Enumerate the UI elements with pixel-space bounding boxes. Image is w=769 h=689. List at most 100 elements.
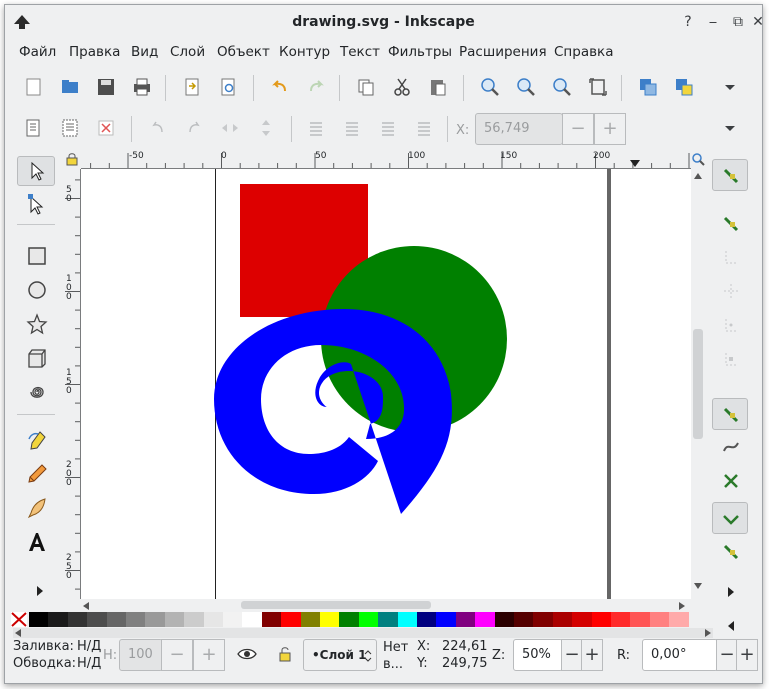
blue-spiral[interactable]	[214, 309, 452, 514]
color-swatch[interactable]	[203, 612, 224, 627]
text-tool[interactable]	[17, 527, 55, 557]
panel-collapse-icon[interactable]	[726, 619, 736, 633]
import-icon[interactable]	[181, 76, 203, 98]
snap-enable-button[interactable]	[712, 159, 748, 191]
color-swatch[interactable]	[533, 612, 554, 627]
color-swatch[interactable]	[611, 612, 631, 627]
zoom-page-icon[interactable]	[551, 76, 573, 98]
menu-file[interactable]: Файл	[19, 43, 56, 61]
color-swatch[interactable]	[300, 612, 321, 627]
palette-scrollbar[interactable]	[13, 628, 713, 638]
color-swatch[interactable]	[242, 612, 263, 627]
color-swatch[interactable]	[29, 612, 49, 627]
color-swatch[interactable]	[494, 612, 515, 627]
layer-lock-icon[interactable]	[277, 646, 293, 662]
color-swatch[interactable]	[339, 612, 360, 627]
toolbar-overflow-icon[interactable]	[719, 117, 741, 139]
snap-bbox-icon[interactable]	[721, 214, 741, 234]
toolbox-expand-icon[interactable]	[35, 584, 45, 598]
scroll-up-icon[interactable]	[694, 173, 702, 179]
snap-expand-icon[interactable]	[726, 585, 736, 599]
vertical-scroll-thumb[interactable]	[693, 329, 703, 439]
paste-icon[interactable]	[427, 76, 449, 98]
toolbar-overflow-icon[interactable]	[719, 76, 741, 98]
bezier-tool[interactable]	[17, 425, 55, 455]
x-increment-button[interactable]: +	[594, 113, 626, 145]
snap-midpoint-icon[interactable]	[721, 542, 741, 562]
select-all-layers-icon[interactable]	[59, 117, 81, 139]
snap-intersection-icon[interactable]	[721, 471, 741, 491]
color-swatch[interactable]	[67, 612, 88, 627]
color-swatch[interactable]	[320, 612, 340, 627]
zoom-in-button[interactable]: +	[581, 639, 603, 671]
selector-tool[interactable]	[17, 156, 55, 186]
help-icon[interactable]: ?	[680, 14, 696, 30]
zoom-page-width-icon[interactable]	[587, 76, 609, 98]
ellipse-tool[interactable]	[17, 275, 55, 305]
new-document-icon[interactable]	[23, 76, 45, 98]
color-swatch[interactable]	[436, 612, 457, 627]
opacity-decrement-button[interactable]: −	[161, 639, 193, 671]
lock-guides-icon[interactable]	[65, 152, 79, 166]
color-swatch[interactable]	[261, 612, 282, 627]
ungroup-icon[interactable]	[673, 76, 695, 98]
menu-view[interactable]: Вид	[131, 43, 158, 61]
no-paint-swatch[interactable]	[11, 612, 27, 627]
opacity-increment-button[interactable]: +	[193, 639, 225, 671]
redo-icon[interactable]	[305, 76, 327, 98]
spiral-tool[interactable]	[17, 377, 55, 407]
color-swatch[interactable]	[48, 612, 69, 627]
color-swatch[interactable]	[552, 612, 573, 627]
color-swatch[interactable]	[164, 612, 185, 627]
star-tool[interactable]	[17, 309, 55, 339]
menu-text[interactable]: Текст	[340, 43, 380, 61]
color-swatch[interactable]	[87, 612, 108, 627]
menu-filters[interactable]: Фильтры	[388, 43, 452, 61]
zoom-corner-icon[interactable]	[691, 152, 705, 166]
menu-help[interactable]: Справка	[554, 43, 613, 61]
palette-scroll-right-icon[interactable]	[705, 629, 711, 637]
save-icon[interactable]	[95, 76, 117, 98]
scroll-left-icon[interactable]	[83, 602, 89, 610]
stroke-value[interactable]: Н/Д	[77, 656, 101, 671]
menu-extensions[interactable]: Расширения	[459, 43, 547, 61]
group-icon[interactable]	[637, 76, 659, 98]
print-icon[interactable]	[131, 76, 153, 98]
horizontal-scrollbar[interactable]	[81, 599, 691, 611]
color-swatch[interactable]	[630, 612, 651, 627]
rotation-increment-button[interactable]: +	[736, 639, 758, 671]
scroll-down-icon[interactable]	[694, 583, 702, 589]
3d-box-tool[interactable]	[17, 343, 55, 373]
opacity-input[interactable]: 100	[119, 639, 163, 671]
palette-scroll-left-icon[interactable]	[15, 629, 21, 637]
color-swatch[interactable]	[475, 612, 496, 627]
export-icon[interactable]	[217, 76, 239, 98]
calligraphy-tool[interactable]	[17, 493, 55, 523]
drawing-svg[interactable]	[81, 169, 691, 599]
zoom-selection-icon[interactable]	[479, 76, 501, 98]
menu-layer[interactable]: Слой	[170, 43, 205, 61]
color-swatch[interactable]	[572, 612, 593, 627]
horizontal-scroll-thumb[interactable]	[241, 601, 431, 609]
rectangle-tool[interactable]	[17, 241, 55, 271]
node-tool[interactable]	[17, 189, 55, 219]
color-swatch[interactable]	[514, 612, 534, 627]
menu-edit[interactable]: Правка	[69, 43, 120, 61]
undo-icon[interactable]	[269, 76, 291, 98]
menu-object[interactable]: Объект	[217, 43, 270, 61]
color-swatch[interactable]	[649, 612, 670, 627]
menu-path[interactable]: Контур	[279, 43, 330, 61]
layer-visibility-eye-icon[interactable]	[237, 647, 257, 661]
snap-nodes-button[interactable]	[712, 398, 748, 430]
maximize-icon[interactable]: ⧉	[730, 14, 746, 30]
snap-path-icon[interactable]	[721, 437, 741, 457]
vertical-scrollbar[interactable]	[691, 169, 705, 599]
rotation-decrement-button[interactable]: −	[716, 639, 738, 671]
color-swatch[interactable]	[223, 612, 243, 627]
pencil-tool[interactable]	[17, 459, 55, 489]
color-swatch[interactable]	[669, 612, 690, 627]
color-swatch[interactable]	[591, 612, 612, 627]
fill-value[interactable]: Н/Д	[77, 639, 101, 654]
color-swatch[interactable]	[358, 612, 379, 627]
color-swatch[interactable]	[184, 612, 205, 627]
